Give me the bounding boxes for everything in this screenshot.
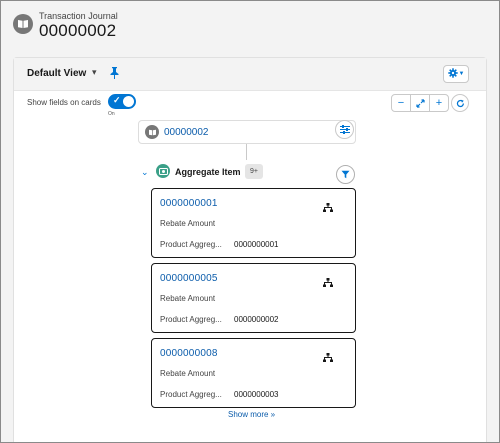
show-fields-label: Show fields on cards xyxy=(27,98,101,107)
aggregate-icon xyxy=(156,164,170,178)
refresh-icon xyxy=(456,99,464,107)
display-settings-button[interactable] xyxy=(335,120,354,139)
root-record-card: 00000002 xyxy=(138,120,356,144)
show-fields-toggle[interactable]: ✓ xyxy=(108,94,136,109)
funnel-icon xyxy=(341,170,350,179)
sliders-icon xyxy=(339,125,350,134)
record-link[interactable]: 0000000005 xyxy=(160,273,218,284)
record-card[interactable]: 0000000001 Rebate Amount Product Aggreg.… xyxy=(151,188,356,258)
field-value: 0000000001 xyxy=(234,240,279,249)
toggle-state-label: On xyxy=(108,111,115,117)
hierarchy-icon[interactable] xyxy=(323,199,333,217)
show-more-link[interactable]: Show more » xyxy=(228,410,275,419)
fit-to-screen-icon xyxy=(415,98,425,108)
chevron-down-icon: ▼ xyxy=(458,71,465,77)
object-type-label: Transaction Journal xyxy=(39,11,118,21)
hierarchy-icon[interactable] xyxy=(323,349,333,367)
field-label: Rebate Amount xyxy=(160,219,216,228)
record-link[interactable]: 0000000008 xyxy=(160,348,218,359)
field-value: 0000000003 xyxy=(234,390,279,399)
record-card[interactable]: 0000000008 Rebate Amount Product Aggreg.… xyxy=(151,338,356,408)
journal-book-icon xyxy=(13,14,33,34)
field-label: Product Aggreg... xyxy=(160,240,222,249)
hierarchy-icon[interactable] xyxy=(323,274,333,292)
field-label: Product Aggreg... xyxy=(160,390,222,399)
chevron-down-icon[interactable]: ▾ xyxy=(92,67,97,78)
field-label: Rebate Amount xyxy=(160,369,216,378)
record-card[interactable]: 0000000005 Rebate Amount Product Aggreg.… xyxy=(151,263,356,333)
view-selector[interactable]: Default View xyxy=(27,68,86,79)
hierarchy-toolbar: Default View ▾ ▼ xyxy=(14,58,486,91)
record-title: 00000002 xyxy=(39,21,117,40)
hierarchy-panel: Default View ▾ ▼ Show fields on cards ✓ … xyxy=(13,57,487,442)
collapse-chevron-icon[interactable]: ⌄ xyxy=(141,167,149,178)
record-header: Transaction Journal 00000002 xyxy=(1,1,499,49)
zoom-controls: − + xyxy=(391,94,449,112)
toggle-knob xyxy=(123,96,134,107)
group-count-badge: 9+ xyxy=(245,164,263,179)
pin-icon[interactable] xyxy=(110,66,119,84)
app-frame: Transaction Journal 00000002 Default Vie… xyxy=(0,0,500,443)
journal-book-icon xyxy=(145,125,159,139)
tree-connector-line xyxy=(246,144,247,160)
group-label: Aggregate Item xyxy=(175,167,241,177)
root-record-link[interactable]: 00000002 xyxy=(164,127,209,138)
record-link[interactable]: 0000000001 xyxy=(160,198,218,209)
field-label: Product Aggreg... xyxy=(160,315,222,324)
refresh-button[interactable] xyxy=(451,94,469,112)
fit-to-screen-button[interactable] xyxy=(410,95,429,111)
settings-button[interactable]: ▼ xyxy=(443,65,469,83)
field-label: Rebate Amount xyxy=(160,294,216,303)
zoom-in-button[interactable]: + xyxy=(429,95,448,111)
check-icon: ✓ xyxy=(113,95,121,105)
zoom-out-button[interactable]: − xyxy=(392,95,410,111)
field-value: 0000000002 xyxy=(234,315,279,324)
filter-button[interactable] xyxy=(336,165,355,184)
gear-icon xyxy=(447,65,458,83)
